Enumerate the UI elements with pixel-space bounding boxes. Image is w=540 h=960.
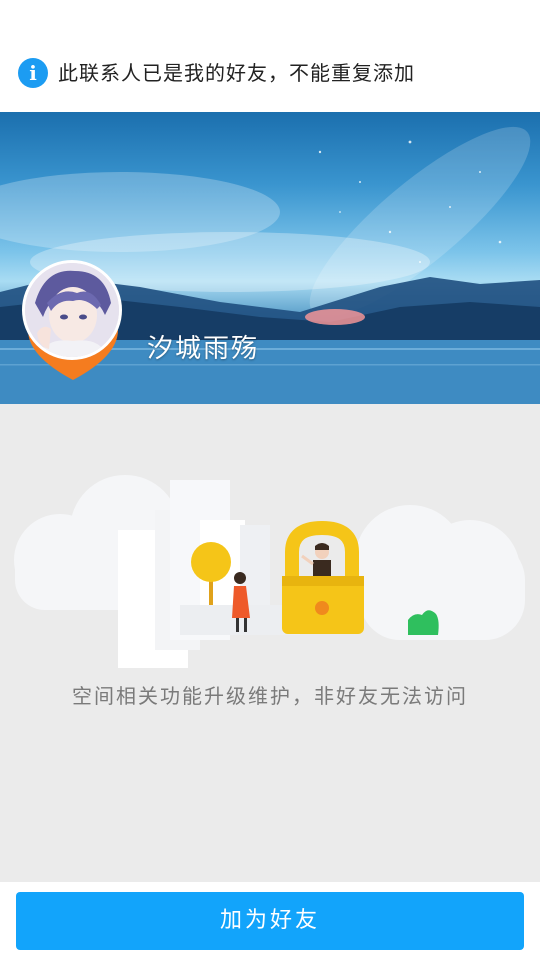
space-locked-message: 空间相关功能升级维护，非好友无法访问 xyxy=(72,684,468,708)
notice-toast: i 此联系人已是我的好友，不能重复添加 xyxy=(0,0,540,112)
avatar[interactable] xyxy=(22,260,122,360)
bottom-action-bar: 加为好友 xyxy=(0,882,540,960)
add-friend-button[interactable]: 加为好友 xyxy=(16,892,524,950)
info-icon: i xyxy=(18,58,48,88)
avatar-image xyxy=(25,263,119,357)
profile-nickname: 汐城雨殇 xyxy=(147,334,260,364)
locked-space-illustration xyxy=(14,475,525,668)
notice-text: 此联系人已是我的好友，不能重复添加 xyxy=(58,61,415,85)
